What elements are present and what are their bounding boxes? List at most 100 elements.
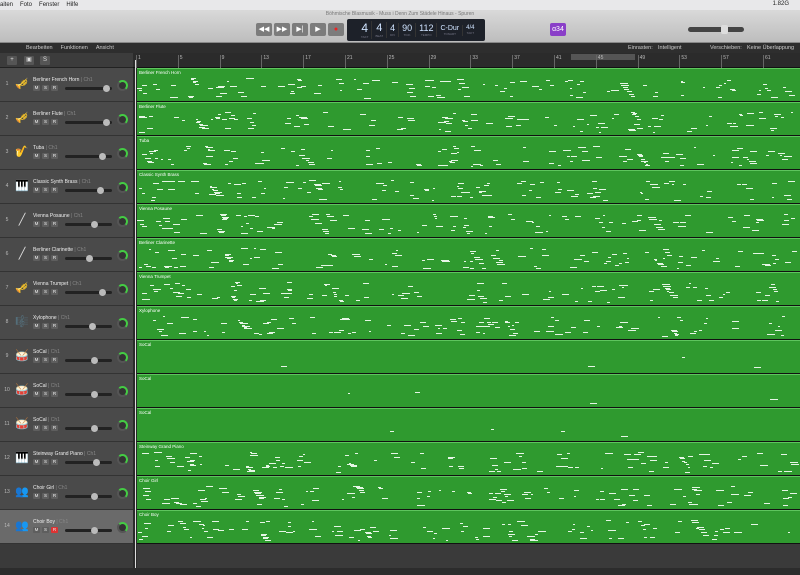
mute-button[interactable]: M [33, 323, 40, 329]
master-volume-knob[interactable] [721, 25, 728, 34]
record-enable-button[interactable]: R [51, 119, 58, 125]
mute-button[interactable]: M [33, 527, 40, 533]
mute-button[interactable]: M [33, 493, 40, 499]
solo-button[interactable]: S [42, 357, 49, 363]
track-name[interactable]: Classic Synth Brass | Ch1 [33, 179, 91, 185]
record-enable-button[interactable]: R [51, 459, 58, 465]
track-name[interactable]: Berliner Clarinette | Ch1 [33, 247, 86, 253]
pan-knob[interactable] [117, 352, 128, 363]
track-name[interactable]: Tuba | Ch1 [33, 145, 58, 151]
regions-area[interactable]: Berliner French Horn Berliner Flute Tuba Cl… [137, 68, 800, 544]
mute-button[interactable]: M [33, 119, 40, 125]
record-enable-button[interactable]: R [51, 289, 58, 295]
volume-knob[interactable] [91, 425, 98, 432]
track-name[interactable]: Choir Girl | Ch1 [33, 485, 67, 491]
volume-slider[interactable] [65, 391, 112, 398]
volume-knob[interactable] [91, 357, 98, 364]
drag-select[interactable]: Keine Überlappung [747, 45, 794, 51]
volume-knob[interactable] [89, 323, 96, 330]
volume-slider[interactable] [65, 289, 112, 296]
midi-region[interactable]: Steinway Grand Piano [137, 442, 800, 476]
track-name[interactable]: Xylophone | Ch1 [33, 315, 70, 321]
volume-slider[interactable] [65, 221, 112, 228]
pan-knob[interactable] [117, 454, 128, 465]
pan-knob[interactable] [117, 284, 128, 295]
mute-button[interactable]: M [33, 289, 40, 295]
solo-button[interactable]: S [42, 255, 49, 261]
go-to-start-button[interactable]: ▶| [292, 23, 308, 36]
pan-knob[interactable] [117, 420, 128, 431]
solo-button[interactable]: S [42, 289, 49, 295]
track-name[interactable]: SoCal | Ch1 [33, 383, 60, 389]
volume-knob[interactable] [93, 459, 100, 466]
solo-button[interactable]: S [42, 493, 49, 499]
volume-slider[interactable] [65, 357, 112, 364]
volume-slider[interactable] [65, 119, 112, 126]
record-enable-button[interactable]: R [51, 255, 58, 261]
functions-menu[interactable]: Funktionen [61, 45, 88, 51]
volume-knob[interactable] [103, 85, 110, 92]
track-name[interactable]: SoCal | Ch1 [33, 349, 60, 355]
mute-button[interactable]: M [33, 255, 40, 261]
midi-region[interactable]: Berliner Clarinette [137, 238, 800, 272]
track-header[interactable]: 11 🥁 SoCal | Ch1 M S R [0, 408, 133, 442]
mute-button[interactable]: M [33, 221, 40, 227]
pan-knob[interactable] [117, 522, 128, 533]
volume-knob[interactable] [91, 221, 98, 228]
track-name[interactable]: Vienna Posaune | Ch1 [33, 213, 83, 219]
mute-button[interactable]: M [33, 459, 40, 465]
track-header[interactable]: 4 🎹 Classic Synth Brass | Ch1 M S R [0, 170, 133, 204]
mute-button[interactable]: M [33, 187, 40, 193]
mute-button[interactable]: M [33, 153, 40, 159]
add-track-button[interactable]: + [7, 56, 17, 65]
lcd-mode-button[interactable]: ɑ34 [550, 23, 566, 36]
midi-region[interactable]: Vienna Posaune [137, 204, 800, 238]
midi-region[interactable]: Berliner Flute [137, 102, 800, 136]
horizontal-scrollbar[interactable] [0, 568, 800, 575]
pan-knob[interactable] [117, 386, 128, 397]
record-enable-button[interactable]: R [51, 221, 58, 227]
record-enable-button[interactable]: R [51, 187, 58, 193]
solo-button[interactable]: S [42, 323, 49, 329]
pan-knob[interactable] [117, 80, 128, 91]
playhead[interactable] [135, 60, 136, 575]
record-enable-button[interactable]: R [51, 357, 58, 363]
track-header[interactable]: 14 👥 Choir Boy | Ch1 M S R [0, 510, 133, 544]
track-header[interactable]: 8 🎼 Xylophone | Ch1 M S R [0, 306, 133, 340]
pan-knob[interactable] [117, 488, 128, 499]
solo-button[interactable]: S [42, 85, 49, 91]
record-enable-button[interactable]: R [51, 493, 58, 499]
volume-slider[interactable] [65, 493, 112, 500]
lcd-display[interactable]: 4 TAKT 4 BEAT 4 DIV 90 TICK 112 TEMPO C-Dur TO… [347, 19, 485, 41]
view-menu[interactable]: Ansicht [96, 45, 114, 51]
record-enable-button[interactable]: R [51, 527, 58, 533]
record-button[interactable]: ● [328, 23, 344, 36]
track-header[interactable]: 1 🎺 Berliner French Horn | Ch1 M S R [0, 68, 133, 102]
track-name[interactable]: Steinway Grand Piano | Ch1 [33, 451, 96, 457]
track-header[interactable]: 9 🥁 SoCal | Ch1 M S R [0, 340, 133, 374]
volume-knob[interactable] [99, 153, 106, 160]
track-name[interactable]: Berliner Flute | Ch1 [33, 111, 76, 117]
global-solo-button[interactable]: S [40, 56, 50, 65]
pan-knob[interactable] [117, 250, 128, 261]
volume-slider[interactable] [65, 527, 112, 534]
solo-button[interactable]: S [42, 527, 49, 533]
menu-window[interactable]: Fenster [39, 2, 59, 8]
track-name[interactable]: SoCal | Ch1 [33, 417, 60, 423]
volume-knob[interactable] [97, 187, 104, 194]
midi-region[interactable]: SoCal [137, 374, 800, 408]
menu-help[interactable]: Hilfe [66, 2, 78, 8]
midi-region[interactable]: Berliner French Horn [137, 68, 800, 102]
track-header[interactable]: 6 ╱ Berliner Clarinette | Ch1 M S R [0, 238, 133, 272]
track-name[interactable]: Berliner French Horn | Ch1 [33, 77, 93, 83]
edit-menu[interactable]: Bearbeiten [26, 45, 53, 51]
midi-region[interactable]: Tuba [137, 136, 800, 170]
ruler[interactable]: 1 5 9 13 17 21 25 29 33 37 41 45 49 53 57 61 [133, 53, 800, 68]
volume-knob[interactable] [91, 391, 98, 398]
mute-button[interactable]: M [33, 357, 40, 363]
record-enable-button[interactable]: R [51, 391, 58, 397]
track-header[interactable]: 5 ╱ Vienna Posaune | Ch1 M S R [0, 204, 133, 238]
volume-slider[interactable] [65, 323, 112, 330]
record-enable-button[interactable]: R [51, 323, 58, 329]
play-button[interactable]: ▶ [310, 23, 326, 36]
